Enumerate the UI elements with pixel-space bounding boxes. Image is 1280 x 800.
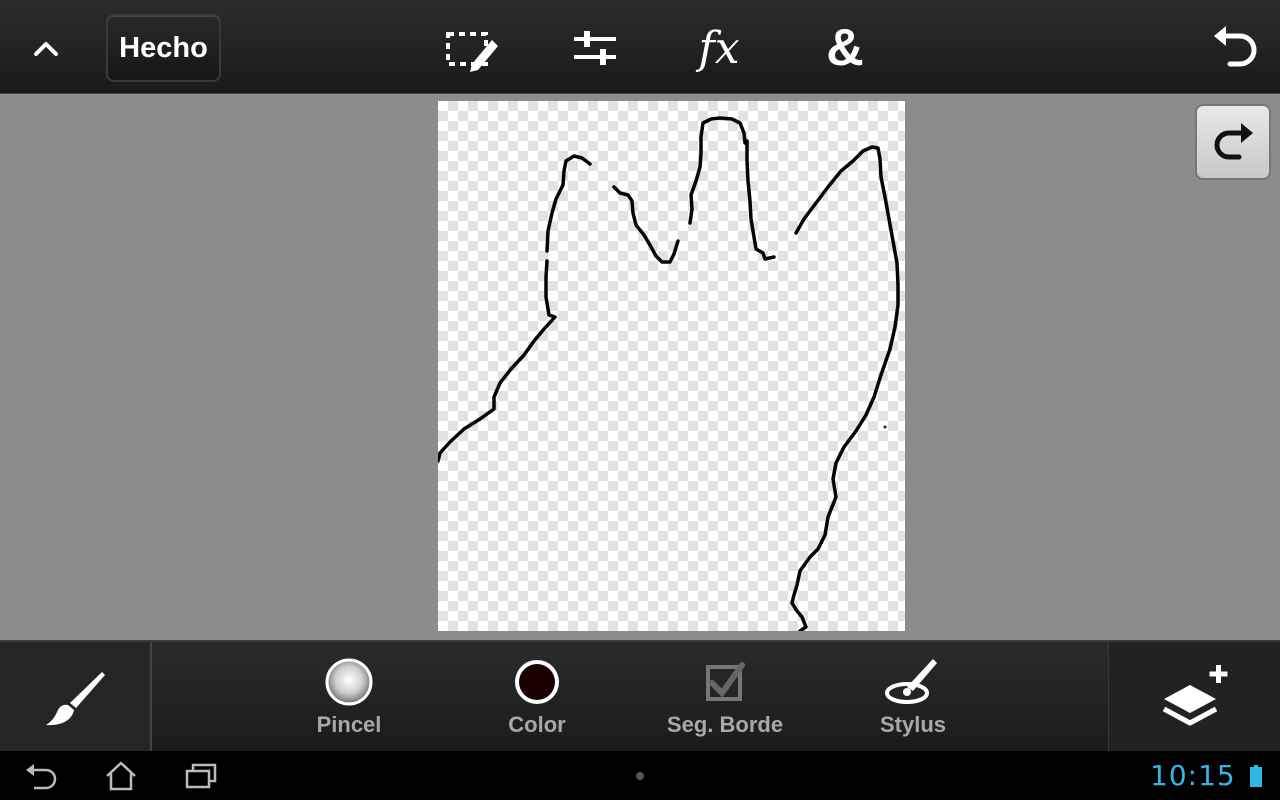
color-option[interactable]: Color <box>462 656 612 746</box>
nav-back-button[interactable] <box>16 759 66 793</box>
stylus-label: Stylus <box>879 712 947 737</box>
brush-type-label: Pincel <box>316 712 382 737</box>
recent-apps-icon <box>185 763 217 789</box>
stroke-finger-right <box>745 139 776 261</box>
brush-toolbar: Pincel Color Seg. Borde Stylus <box>0 640 1280 753</box>
adjust-tool-button[interactable] <box>564 22 626 76</box>
edge-follow-option[interactable]: Seg. Borde <box>650 656 800 746</box>
stroke-right-ear <box>790 145 900 631</box>
layers-button[interactable] <box>1108 642 1280 753</box>
drawing-canvas[interactable] <box>438 101 905 631</box>
back-icon <box>26 764 57 790</box>
sketch-strokes <box>438 116 900 631</box>
color-swatch-icon <box>515 660 559 704</box>
selection-tool-button[interactable] <box>440 22 502 76</box>
brush-icon <box>46 671 105 725</box>
stroke-left-edge <box>438 259 557 463</box>
effects-button[interactable]: fx <box>688 18 750 78</box>
brush-preview-icon <box>325 658 373 706</box>
done-button[interactable]: Hecho <box>106 14 221 82</box>
text-tool-button[interactable]: & <box>814 18 876 78</box>
nav-indicator-dot <box>636 772 644 780</box>
undo-icon <box>1214 26 1257 67</box>
chevron-up-icon <box>34 42 58 56</box>
edge-follow-label: Seg. Borde <box>666 712 784 737</box>
selection-pencil-icon <box>446 32 498 72</box>
checkbox-icon <box>706 662 745 701</box>
collapse-button[interactable] <box>22 24 70 72</box>
layers-add-icon <box>1162 664 1227 725</box>
redo-button[interactable] <box>1195 104 1271 180</box>
stylus-option[interactable]: Stylus <box>838 656 988 746</box>
stroke-middle <box>612 185 680 264</box>
undo-button[interactable] <box>1204 18 1266 78</box>
redo-icon <box>1214 123 1253 160</box>
system-nav-bar: 10:15 <box>0 751 1280 800</box>
stylus-icon <box>885 659 937 704</box>
top-toolbar: Hecho fx & <box>0 0 1280 94</box>
battery-icon <box>1250 765 1262 787</box>
nav-home-button[interactable] <box>96 759 146 793</box>
nav-recent-apps-button[interactable] <box>176 759 226 793</box>
status-clock: 10:15 <box>1150 759 1236 792</box>
stroke-left-ear <box>545 154 592 253</box>
brush-tool-button[interactable] <box>0 642 152 753</box>
home-icon <box>106 761 136 791</box>
stroke-finger <box>688 116 747 225</box>
brush-type-option[interactable]: Pincel <box>274 656 424 746</box>
color-label: Color <box>508 712 566 737</box>
adjust-sliders-icon <box>574 31 616 65</box>
workspace <box>0 94 1280 640</box>
